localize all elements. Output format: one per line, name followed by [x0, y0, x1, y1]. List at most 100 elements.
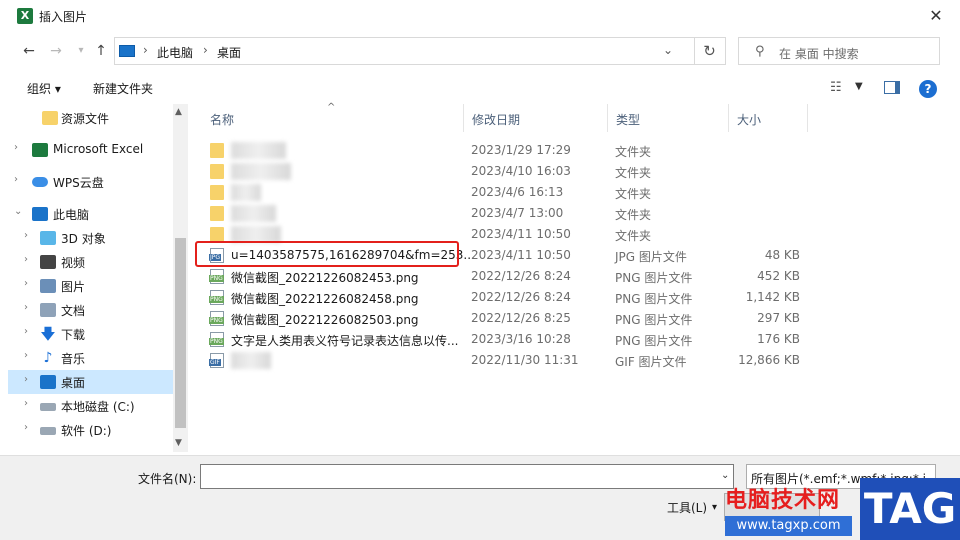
document-icon — [40, 303, 56, 317]
file-row[interactable]: 2023/4/10 16:03 文件夹 — [204, 161, 804, 182]
file-name: 文字是人类用表义符号记录表达信息以传... — [231, 334, 459, 348]
pc-icon — [119, 45, 135, 57]
tools-button[interactable]: 工具(L) — [667, 499, 707, 516]
file-row[interactable]: PNG 文字是人类用表义符号记录表达信息以传... 2023/3/16 10:2… — [204, 329, 804, 350]
expand-arrow-icon[interactable]: › — [24, 398, 28, 409]
back-button[interactable]: ← — [18, 40, 40, 62]
gif-file-icon: GIF — [209, 353, 224, 368]
nav-item-desktop[interactable]: › 桌面 — [8, 370, 173, 394]
watermark-url: www.tagxp.com — [725, 516, 852, 536]
nav-item-3d-objects[interactable]: › 3D 对象 — [8, 226, 173, 250]
scroll-down-icon[interactable]: ▼ — [175, 438, 182, 448]
organize-button[interactable]: 组织 ▾ — [27, 80, 61, 97]
cloud-icon — [32, 177, 48, 187]
picture-icon — [40, 279, 56, 293]
expand-arrow-icon[interactable]: › — [24, 302, 28, 313]
file-size: 452 KB — [757, 269, 800, 283]
nav-label: 文档 — [61, 304, 86, 318]
cube-icon — [40, 231, 56, 245]
scroll-up-icon[interactable]: ▲ — [175, 107, 182, 117]
download-icon: 🡇 — [40, 325, 56, 343]
column-header-type[interactable]: 类型 — [608, 104, 729, 132]
view-dropdown-icon[interactable]: ▼ — [855, 81, 863, 92]
file-date: 2023/4/7 13:00 — [471, 206, 564, 220]
address-dropdown-icon[interactable]: ⌄ — [663, 43, 673, 57]
search-input[interactable]: ⚲ 在 桌面 中搜索 — [738, 37, 940, 65]
tools-dropdown-icon[interactable]: ▾ — [712, 502, 717, 513]
expand-arrow-icon[interactable]: › — [24, 422, 28, 433]
expand-arrow-icon[interactable]: › — [24, 278, 28, 289]
column-header-size[interactable]: 大小 — [729, 104, 808, 132]
file-date: 2022/12/26 8:24 — [471, 290, 571, 304]
up-button[interactable]: ↑ — [90, 40, 112, 62]
expand-arrow-icon[interactable]: › — [24, 374, 28, 385]
nav-item-documents[interactable]: › 文档 — [8, 298, 173, 322]
nav-item-drive-d[interactable]: › 软件 (D:) — [8, 418, 173, 442]
expand-arrow-icon[interactable]: › — [14, 174, 18, 185]
nav-scrollbar[interactable]: ▲ ▼ — [173, 104, 188, 452]
highlight-box — [195, 241, 459, 267]
filename-input[interactable] — [200, 464, 734, 489]
file-date: 2023/1/29 17:29 — [471, 143, 571, 157]
breadcrumb-separator: › — [203, 43, 208, 57]
file-size: 12,866 KB — [738, 353, 800, 367]
blurred-name — [231, 142, 286, 159]
address-bar[interactable]: › 此电脑 › 桌面 ⌄ — [114, 37, 726, 65]
file-row[interactable]: 2023/4/7 13:00 文件夹 — [204, 203, 804, 224]
file-type: JPG 图片文件 — [615, 250, 687, 264]
breadcrumb-this-pc[interactable]: 此电脑 — [157, 44, 193, 61]
nav-label: 视频 — [61, 256, 86, 270]
nav-item-pictures[interactable]: › 图片 — [8, 274, 173, 298]
expand-arrow-icon[interactable]: › — [24, 230, 28, 241]
file-row[interactable]: PNG 微信截图_20221226082453.png 2022/12/26 8… — [204, 266, 804, 287]
video-icon — [40, 255, 56, 269]
file-type: 文件夹 — [615, 166, 652, 180]
nav-item-downloads[interactable]: › 🡇 下载 — [8, 322, 173, 346]
expand-arrow-icon[interactable]: › — [24, 350, 28, 361]
nav-label: 下载 — [61, 328, 86, 342]
close-button[interactable]: ✕ — [918, 4, 954, 28]
file-date: 2023/3/16 10:28 — [471, 332, 571, 346]
file-date: 2022/11/30 11:31 — [471, 353, 579, 367]
folder-icon — [210, 227, 224, 242]
file-list: ^ 名称 修改日期 类型 大小 2023/1/29 17:29 文件夹 2023… — [190, 102, 960, 454]
scroll-thumb[interactable] — [175, 238, 186, 428]
expand-arrow-icon[interactable]: › — [24, 254, 28, 265]
nav-item-videos[interactable]: › 视频 — [8, 250, 173, 274]
nav-item-drive-c[interactable]: › 本地磁盘 (C:) — [8, 394, 173, 418]
folder-icon — [210, 206, 224, 221]
preview-pane-icon[interactable] — [884, 81, 900, 94]
file-date: 2023/4/11 10:50 — [471, 227, 571, 241]
nav-item-wps-cloud[interactable]: › WPS云盘 — [8, 170, 173, 194]
nav-item-this-pc[interactable]: ⌄ 此电脑 — [8, 202, 173, 226]
column-header-date[interactable]: 修改日期 — [464, 104, 608, 132]
file-row[interactable]: PNG 微信截图_20221226082503.png 2022/12/26 8… — [204, 308, 804, 329]
file-type: PNG 图片文件 — [615, 313, 693, 327]
nav-item-resources[interactable]: 资源文件 — [8, 106, 173, 130]
recent-locations-button[interactable]: ▾ — [70, 40, 92, 62]
refresh-button[interactable]: ↻ — [694, 38, 724, 64]
png-file-icon: PNG — [209, 332, 224, 347]
column-header-name[interactable]: 名称 — [202, 104, 464, 132]
nav-item-excel[interactable]: › Microsoft Excel — [8, 138, 173, 162]
nav-item-music[interactable]: › ♪ 音乐 — [8, 346, 173, 370]
expand-arrow-icon[interactable]: › — [14, 142, 18, 153]
filename-label: 文件名(N): — [138, 472, 197, 486]
help-icon[interactable]: ? — [919, 80, 937, 98]
file-date: 2022/12/26 8:24 — [471, 269, 571, 283]
file-row[interactable]: 2023/1/29 17:29 文件夹 — [204, 140, 804, 161]
folder-icon — [210, 185, 224, 200]
file-row[interactable]: GIF 2022/11/30 11:31 GIF 图片文件 12,866 KB — [204, 350, 804, 371]
expand-arrow-icon[interactable]: › — [24, 326, 28, 337]
new-folder-button[interactable]: 新建文件夹 — [93, 80, 153, 97]
view-options-icon[interactable]: ☷ — [830, 80, 842, 95]
file-row[interactable]: PNG 微信截图_20221226082458.png 2022/12/26 8… — [204, 287, 804, 308]
forward-button[interactable]: → — [45, 40, 67, 62]
watermark-logo: TAG — [860, 478, 960, 540]
collapse-arrow-icon[interactable]: ⌄ — [14, 206, 22, 217]
excel-icon — [32, 143, 48, 157]
breadcrumb-desktop[interactable]: 桌面 — [217, 44, 241, 61]
file-row[interactable]: 2023/4/6 16:13 文件夹 — [204, 182, 804, 203]
nav-label: 软件 (D:) — [61, 424, 112, 438]
watermark-text: 电脑技术网 — [725, 488, 841, 513]
